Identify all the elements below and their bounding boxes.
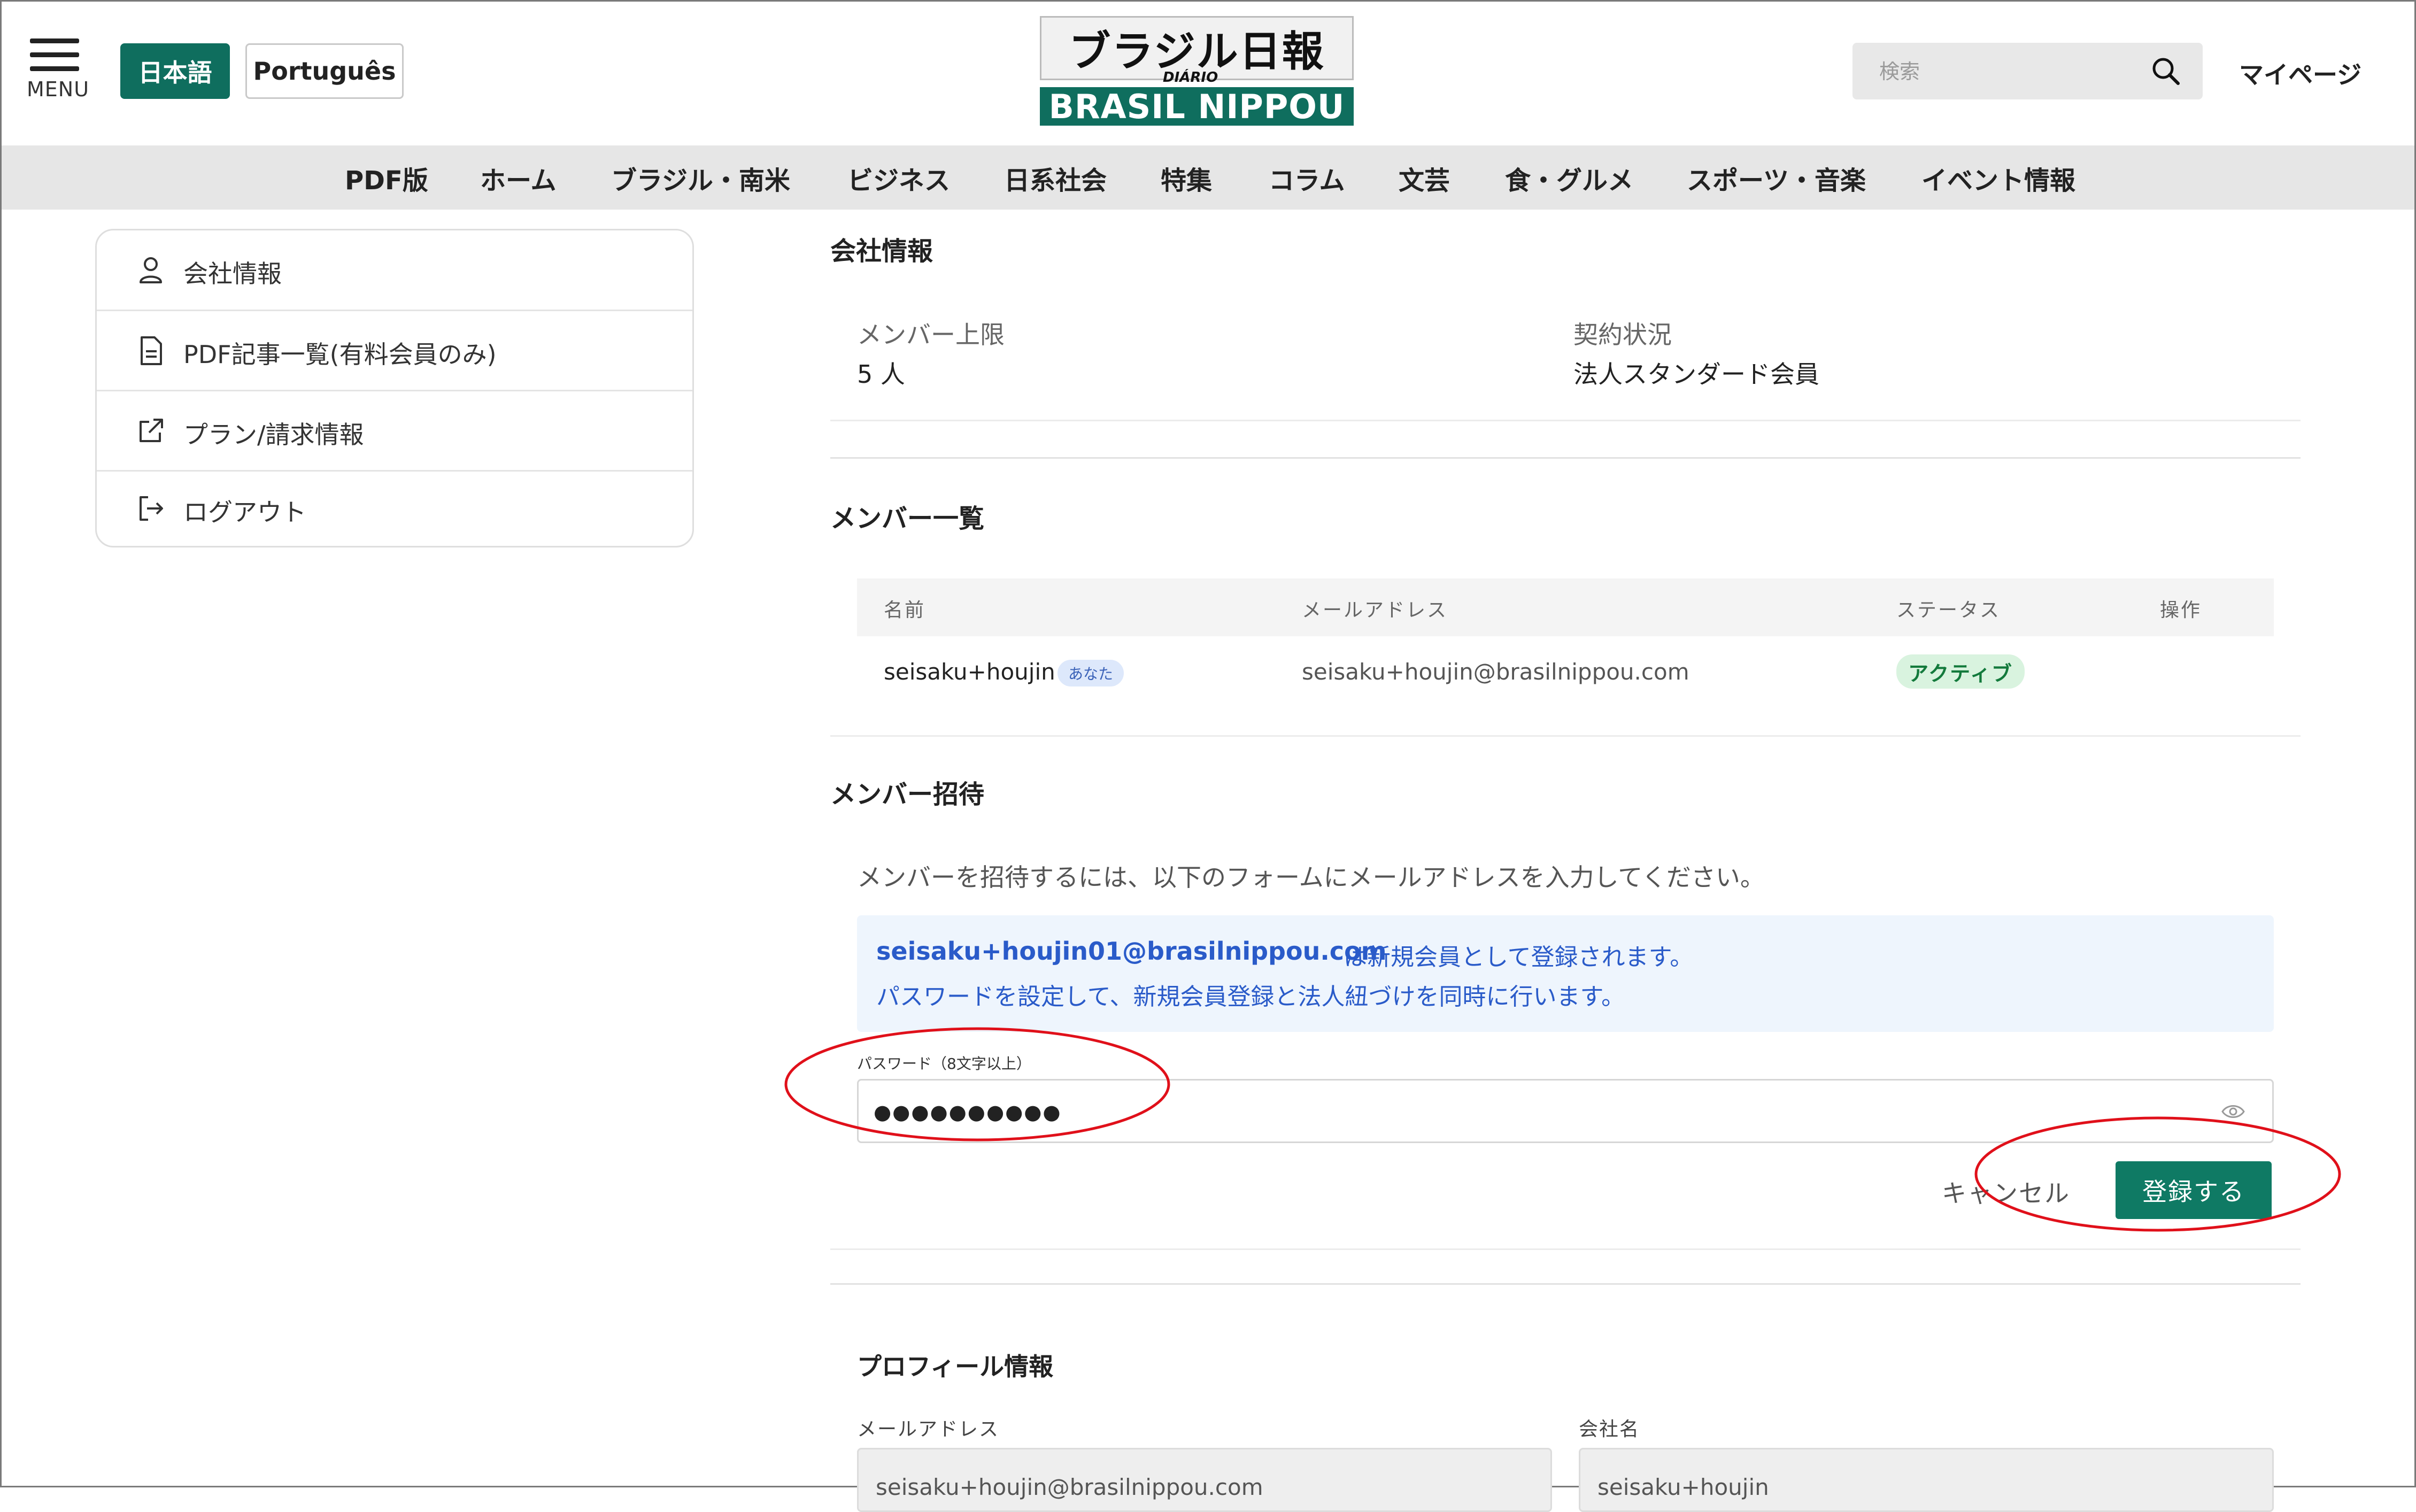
divider [830, 1248, 2301, 1250]
logout-icon [140, 496, 163, 521]
column-header-email: メールアドレス [1302, 599, 1448, 621]
contract-status-value: 法人スタンダード会員 [1573, 360, 1819, 389]
divider [830, 735, 2301, 737]
search-icon[interactable] [2149, 55, 2182, 88]
user-icon [140, 257, 162, 283]
divider [830, 420, 2301, 421]
member-invite-heading: メンバー招待 [830, 780, 985, 809]
member-limit-value: 5 人 [857, 360, 905, 389]
sidebar-item-label: プラン/請求情報 [183, 420, 364, 449]
member-name: seisaku+houjin [884, 659, 1055, 685]
sidebar-item-label: 会社情報 [183, 259, 282, 288]
cancel-button[interactable]: キャンセル [1942, 1174, 2070, 1209]
profile-heading: プロフィール情報 [857, 1352, 1054, 1381]
nav-item-feature[interactable]: 特集 [1161, 159, 1212, 197]
column-header-name: 名前 [884, 599, 926, 621]
password-input[interactable] [873, 1096, 2158, 1129]
nav-item-gourmet[interactable]: 食・グルメ [1505, 159, 1633, 197]
profile-email-field: seisaku+houjin@brasilnippou.com [857, 1448, 1552, 1512]
status-badge: アクティブ [1896, 654, 2025, 689]
nav-item-pdf[interactable]: PDF版 [345, 159, 428, 197]
nav-item-column[interactable]: コラム [1269, 159, 1345, 197]
sidebar-item-label: ログアウト [183, 498, 306, 527]
search-input[interactable] [1878, 57, 2137, 87]
member-limit-label: メンバー上限 [857, 320, 1005, 349]
window-frame [0, 0, 2416, 1487]
notice-text-line2: パスワードを設定して、新規会員登録と法人紐づけを同時に行います。 [876, 983, 1625, 1010]
sidebar-item-pdf-articles[interactable]: PDF記事一覧(有料会員のみ) [97, 311, 692, 390]
notice-text: は新規会員として登録されます。 [1344, 944, 1694, 971]
language-japanese-button[interactable]: 日本語 [120, 43, 230, 99]
password-field [857, 1079, 2274, 1143]
language-portuguese-button[interactable]: Português [245, 43, 404, 99]
sidebar-item-company[interactable]: 会社情報 [97, 230, 692, 310]
sidebar-item-label: PDF記事一覧(有料会員のみ) [183, 340, 497, 369]
logo-subtitle: BRASIL NIPPOU [1040, 87, 1354, 126]
password-label: パスワード（8文字以上） [857, 1055, 1031, 1073]
column-header-actions: 操作 [2160, 599, 2202, 621]
profile-company-label: 会社名 [1579, 1418, 1640, 1440]
invite-notice-box: seisaku+houjin01@brasilnippou.com は新規会員と… [857, 915, 2274, 1032]
mypage-link[interactable]: マイページ [2239, 56, 2361, 91]
profile-email-label: メールアドレス [857, 1418, 1000, 1440]
you-badge: あなた [1058, 660, 1124, 686]
member-table-header [857, 578, 2274, 636]
profile-company-field: seisaku+houjin [1579, 1448, 2274, 1512]
register-button[interactable]: 登録する [2116, 1161, 2272, 1219]
nav-item-brazil[interactable]: ブラジル・南米 [611, 159, 790, 197]
eye-icon[interactable] [2221, 1101, 2245, 1122]
nav-item-business[interactable]: ビジネス [847, 159, 950, 197]
nav-item-nikkei[interactable]: 日系社会 [1004, 159, 1107, 197]
nav-item-sports[interactable]: スポーツ・音楽 [1687, 159, 1866, 197]
nav-item-events[interactable]: イベント情報 [1921, 159, 2075, 197]
notice-email: seisaku+houjin01@brasilnippou.com [876, 937, 1387, 966]
contract-status-label: 契約状況 [1573, 320, 1672, 349]
search-box [1852, 43, 2203, 99]
hamburger-menu-icon[interactable] [30, 38, 79, 80]
account-sidebar: 会社情報 PDF記事一覧(有料会員のみ) プラン/請求情報 ログアウト [95, 229, 694, 547]
external-link-icon [140, 419, 163, 442]
company-info-heading: 会社情報 [830, 236, 933, 266]
logo-diario: DIÁRIO [1163, 70, 1218, 86]
sidebar-item-logout[interactable]: ログアウト [97, 472, 692, 551]
nav-item-home[interactable]: ホーム [480, 159, 557, 197]
divider [830, 1283, 2301, 1285]
sidebar-item-plan-billing[interactable]: プラン/請求情報 [97, 391, 692, 470]
site-logo[interactable]: ブラジル日報 DIÁRIO BRASIL NIPPOU [1040, 16, 1354, 126]
member-list-heading: メンバー一覧 [830, 504, 985, 534]
menu-label[interactable]: MENU [27, 78, 89, 101]
invite-description: メンバーを招待するには、以下のフォームにメールアドレスを入力してください。 [857, 863, 1765, 892]
column-header-status: ステータス [1896, 599, 2001, 621]
nav-item-literary[interactable]: 文芸 [1399, 159, 1450, 197]
divider [830, 457, 2301, 459]
document-icon [141, 336, 162, 365]
member-email: seisaku+houjin@brasilnippou.com [1302, 659, 1689, 685]
